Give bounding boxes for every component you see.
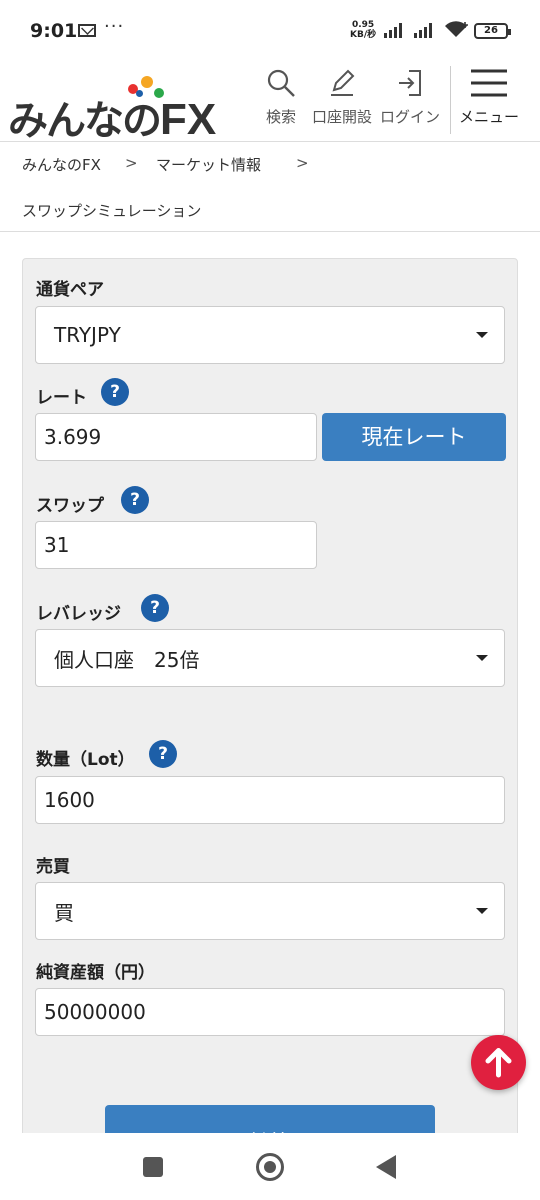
rate-help-icon[interactable]: ? <box>101 378 129 406</box>
leverage-value: 個人口座 25倍 <box>54 647 200 672</box>
rate-value: 3.699 <box>44 425 102 449</box>
breadcrumb: みんなのFX > マーケット情報 > スワップシミュレーション <box>0 142 540 232</box>
leverage-help-icon[interactable]: ? <box>141 594 169 622</box>
lot-input[interactable]: 1600 <box>35 776 505 824</box>
currency-pair-select[interactable]: TRYJPY <box>35 306 505 364</box>
speed-unit: KB/秒 <box>350 30 377 40</box>
rate-input[interactable]: 3.699 <box>35 413 317 461</box>
equity-label: 純資産額（円） <box>36 963 155 983</box>
more-notifications: ··· <box>104 16 125 37</box>
lot-help-icon[interactable]: ? <box>149 740 177 768</box>
back-icon[interactable] <box>376 1155 396 1179</box>
arrow-up-icon <box>485 1048 512 1078</box>
swap-help-icon[interactable]: ? <box>121 486 149 514</box>
logo-fx: FX <box>160 95 217 144</box>
lot-value: 1600 <box>44 788 95 812</box>
caret-down-icon <box>476 655 488 661</box>
logo-wordmark: みんなのFX <box>8 88 216 146</box>
battery-icon: 26 <box>474 23 511 39</box>
breadcrumb-separator: > <box>125 154 138 172</box>
leverage-label: レバレッジ <box>36 604 121 624</box>
breadcrumb-separator: > <box>296 154 309 172</box>
open-account-button[interactable]: 口座開設 <box>310 60 374 142</box>
status-time: 9:01 <box>30 20 78 42</box>
swap-label: スワップ <box>36 496 104 516</box>
menu-label: メニュー <box>458 108 519 126</box>
equity-value: 50000000 <box>44 1000 146 1024</box>
login-button[interactable]: ログイン <box>378 60 442 142</box>
system-nav-bar <box>0 1133 540 1200</box>
hamburger-icon <box>471 69 507 97</box>
current-rate-button[interactable]: 現在レート <box>322 413 506 461</box>
login-icon <box>399 70 421 96</box>
status-bar: 9:01 ··· 0.95 KB/秒 26 <box>0 0 540 60</box>
pencil-icon <box>331 69 355 96</box>
site-logo[interactable]: みんなのFX <box>8 74 230 144</box>
logo-dot <box>141 76 153 88</box>
speed-value: 0.95 <box>351 20 375 30</box>
recent-apps-icon[interactable] <box>143 1157 163 1177</box>
breadcrumb-market-link[interactable]: マーケット情報 <box>156 154 261 175</box>
logo-text: みんなの <box>8 99 162 143</box>
mail-icon <box>78 24 96 37</box>
signal-icon <box>414 22 438 38</box>
header-divider <box>450 66 451 134</box>
swap-simulation-form: 通貨ペア TRYJPY レート ? 3.699 現在レート スワップ ? 31 … <box>22 258 518 1200</box>
buy-sell-select[interactable]: 買 <box>35 882 505 940</box>
side-label: 売買 <box>36 857 70 877</box>
breadcrumb-current: スワップシミュレーション <box>22 202 202 220</box>
breadcrumb-home-link[interactable]: みんなのFX <box>22 154 101 175</box>
search-label: 検索 <box>265 108 296 126</box>
home-icon[interactable] <box>256 1153 284 1181</box>
lot-label: 数量（Lot） <box>36 750 135 770</box>
open-account-label: 口座開設 <box>311 108 372 126</box>
swap-input[interactable]: 31 <box>35 521 317 569</box>
network-speed: 0.95 KB/秒 <box>350 20 376 40</box>
buy-sell-value: 買 <box>54 900 74 925</box>
caret-down-icon <box>476 908 488 914</box>
scroll-top-button[interactable] <box>471 1035 526 1090</box>
wifi-icon <box>445 21 468 37</box>
rate-label: レート <box>36 388 87 408</box>
pair-label: 通貨ペア <box>36 280 104 300</box>
swap-value: 31 <box>44 533 70 557</box>
login-label: ログイン <box>379 108 440 126</box>
battery-level: 26 <box>484 25 498 36</box>
equity-input[interactable]: 50000000 <box>35 988 505 1036</box>
caret-down-icon <box>476 332 488 338</box>
menu-button[interactable]: メニュー <box>456 60 522 142</box>
search-button[interactable]: 検索 <box>258 60 304 142</box>
search-icon <box>267 69 295 97</box>
site-header: みんなのFX 検索 口座開設 ログイン メニュー <box>0 60 540 144</box>
signal-icon <box>384 22 408 38</box>
leverage-select[interactable]: 個人口座 25倍 <box>35 629 505 687</box>
currency-pair-value: TRYJPY <box>54 323 121 347</box>
